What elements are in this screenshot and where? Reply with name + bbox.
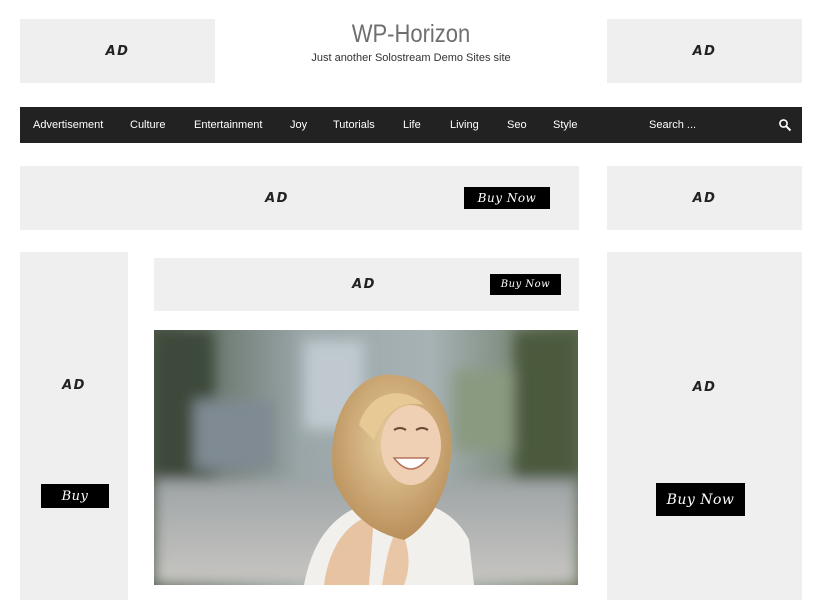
ad-label: AD: [692, 380, 717, 395]
ad-label: AD: [692, 191, 717, 206]
buy-button[interactable]: Buy: [41, 484, 109, 508]
search-icon[interactable]: [778, 118, 792, 132]
nav-item-style[interactable]: Style: [553, 107, 577, 143]
search-input[interactable]: [649, 115, 779, 135]
nav-item-living[interactable]: Living: [450, 107, 479, 143]
main-nav: Advertisement Culture Entertainment Joy …: [20, 107, 802, 143]
buy-now-button[interactable]: Buy Now: [656, 483, 745, 516]
ad-header-right[interactable]: AD: [607, 19, 802, 83]
ad-sidebar-right-top[interactable]: AD: [607, 166, 802, 230]
photo-laughing-woman-icon: [154, 330, 578, 585]
ad-banner-wide[interactable]: AD Buy Now: [20, 166, 579, 230]
buy-now-button[interactable]: Buy Now: [490, 274, 561, 295]
site-description: Just another Solostream Demo Sites site: [311, 52, 511, 64]
nav-item-joy[interactable]: Joy: [290, 107, 307, 143]
ad-label: AD: [692, 44, 717, 59]
nav-item-tutorials[interactable]: Tutorials: [333, 107, 375, 143]
nav-item-entertainment[interactable]: Entertainment: [194, 107, 262, 143]
ad-header-left[interactable]: AD: [20, 19, 215, 83]
ad-banner-inner[interactable]: AD Buy Now: [154, 258, 579, 311]
site-title[interactable]: WP-Horizon: [239, 20, 584, 49]
nav-item-advertisement[interactable]: Advertisement: [33, 107, 103, 143]
ad-skyscraper-left[interactable]: AD Buy: [20, 252, 128, 600]
ad-label: AD: [62, 378, 86, 393]
nav-item-life[interactable]: Life: [403, 107, 421, 143]
buy-now-button[interactable]: Buy Now: [464, 187, 550, 209]
ad-label: AD: [265, 191, 289, 206]
featured-image[interactable]: [154, 330, 578, 585]
ad-skyscraper-right[interactable]: AD Buy Now: [607, 252, 802, 600]
nav-item-seo[interactable]: Seo: [507, 107, 527, 143]
ad-label: AD: [105, 44, 130, 59]
nav-item-culture[interactable]: Culture: [130, 107, 165, 143]
